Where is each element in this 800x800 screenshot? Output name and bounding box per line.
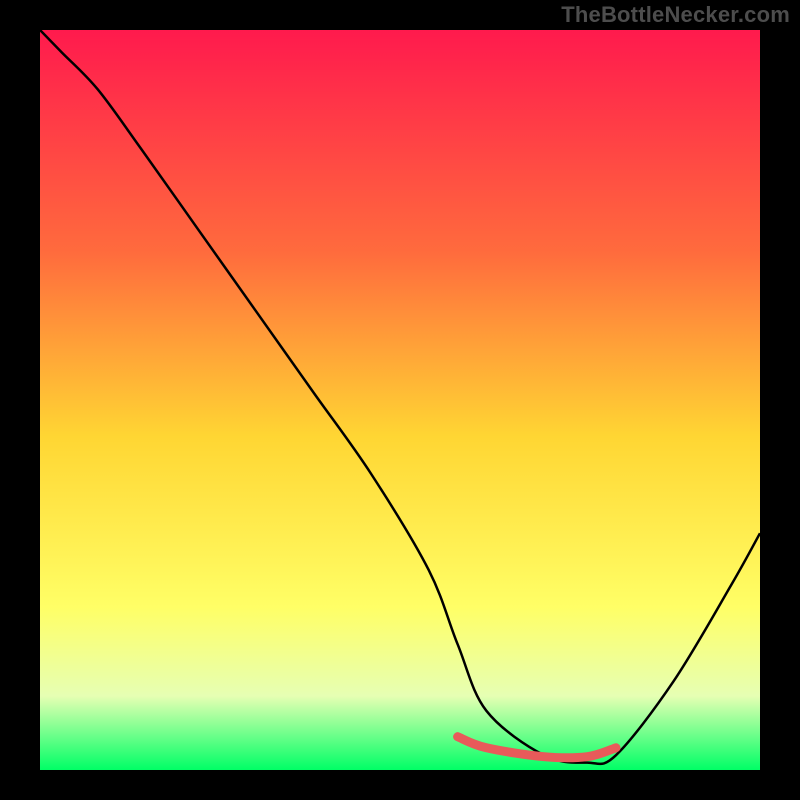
watermark-text: TheBottleNecker.com xyxy=(561,2,790,28)
gradient-background xyxy=(40,30,760,770)
plot-area xyxy=(40,30,760,770)
chart-svg xyxy=(40,30,760,770)
chart-frame: TheBottleNecker.com xyxy=(0,0,800,800)
